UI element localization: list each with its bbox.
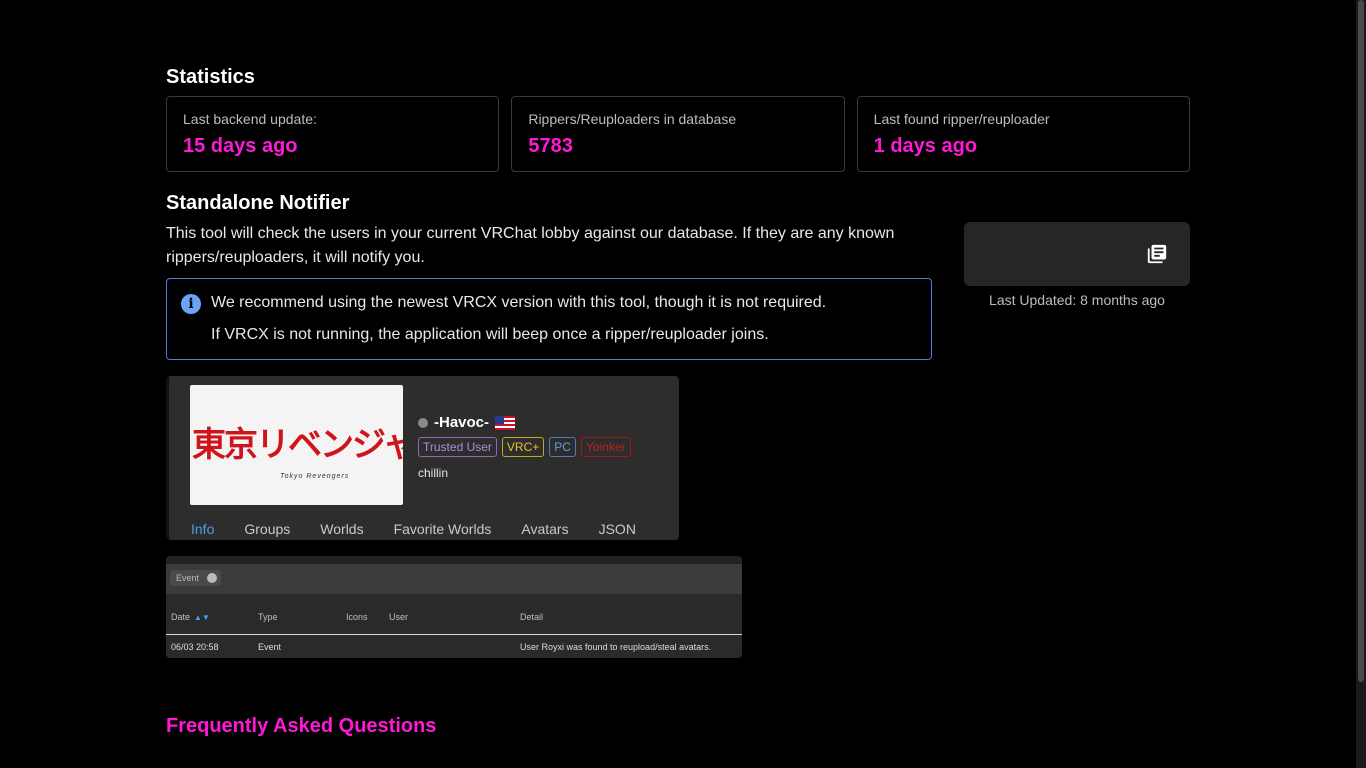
stat-label: Last found ripper/reuploader (873, 111, 1050, 127)
alert-line-1: We recommend using the newest VRCX versi… (211, 294, 827, 311)
tag-vrc-plus: VRC+ (501, 437, 545, 457)
faq-title: Frequently Asked Questions (166, 715, 437, 737)
filter-chip: Event (170, 570, 222, 586)
info-icon: i (181, 294, 201, 314)
tag-trusted-user: Trusted User (418, 437, 497, 457)
column-user: User (389, 612, 409, 622)
profile-name: -Havoc- (418, 414, 516, 431)
tab-json: JSON (598, 521, 636, 537)
library-books-icon (1147, 244, 1167, 264)
alert-line-2: If VRCX is not running, the application … (211, 326, 769, 343)
stat-card-database-count: Rippers/Reuploaders in database 5783 (511, 96, 845, 172)
us-flag-icon (495, 415, 516, 430)
column-type: Type (258, 612, 278, 622)
close-icon (207, 573, 218, 583)
status-dot-icon (418, 417, 428, 428)
filter-bar: Event (166, 564, 742, 594)
tab-favorite-worlds: Favorite Worlds (393, 521, 492, 537)
stat-card-last-found: Last found ripper/reuploader 1 days ago (856, 96, 1190, 172)
avatar-logo-subtext: Tokyo Revengers (280, 473, 350, 480)
tab-worlds: Worlds (320, 521, 364, 537)
statistics-title: Statistics (166, 66, 255, 88)
table-header: Date ▲▼ Type Icons User Detail (166, 594, 742, 635)
avatar-logo-text: 東京リベンジャーズ (192, 425, 403, 465)
notifier-title: Standalone Notifier (166, 192, 350, 214)
stat-label: Last backend update: (183, 111, 317, 127)
sort-icon: ▲▼ (194, 613, 210, 622)
tag-pc: PC (549, 437, 576, 457)
table-row: 06/03 20:58 Event User Royxi was found t… (166, 635, 742, 658)
tab-groups: Groups (244, 521, 291, 537)
page-scrollbar[interactable] (1356, 0, 1366, 768)
cell-date: 06/03 20:58 (171, 642, 219, 652)
download-button[interactable] (964, 222, 1190, 286)
filter-chip-label: Event (176, 573, 200, 583)
stat-value: 5783 (528, 135, 573, 157)
column-date: Date ▲▼ (171, 612, 210, 622)
last-updated-text: Last Updated: 8 months ago (989, 292, 1165, 308)
tab-avatars: Avatars (521, 521, 569, 537)
tab-info: Info (191, 521, 215, 537)
profile-name-text: -Havoc- (434, 414, 490, 431)
stat-card-backend-update: Last backend update: 15 days ago (166, 96, 500, 172)
profile-tabs: Info Groups Worlds Favorite Worlds Avata… (191, 521, 666, 537)
column-icons: Icons (346, 612, 368, 622)
info-alert: i We recommend using the newest VRCX ver… (166, 278, 932, 360)
column-detail: Detail (520, 612, 544, 622)
statistics-cards: Last backend update: 15 days ago Rippers… (166, 96, 1190, 172)
vrcx-profile-screenshot: 東京リベンジャーズ Tokyo Revengers -Havoc- Truste… (166, 376, 679, 540)
avatar-image: 東京リベンジャーズ Tokyo Revengers (190, 385, 403, 505)
profile-tags: Trusted User VRC+ PC Yoinker (418, 437, 631, 457)
stat-value: 15 days ago (183, 135, 298, 157)
scrollbar-thumb[interactable] (1358, 0, 1364, 682)
tag-yoinker: Yoinker (580, 437, 631, 457)
cell-detail: User Royxi was found to reupload/steal a… (520, 642, 712, 652)
profile-status: chillin (418, 466, 449, 480)
vrcx-feed-screenshot: Event Date ▲▼ Type Icons User Detail 06/0… (166, 556, 742, 658)
cell-type: Event (258, 642, 282, 652)
notifier-description: This tool will check the users in your c… (166, 225, 895, 266)
stat-label: Rippers/Reuploaders in database (528, 111, 737, 127)
stat-value: 1 days ago (873, 135, 978, 157)
